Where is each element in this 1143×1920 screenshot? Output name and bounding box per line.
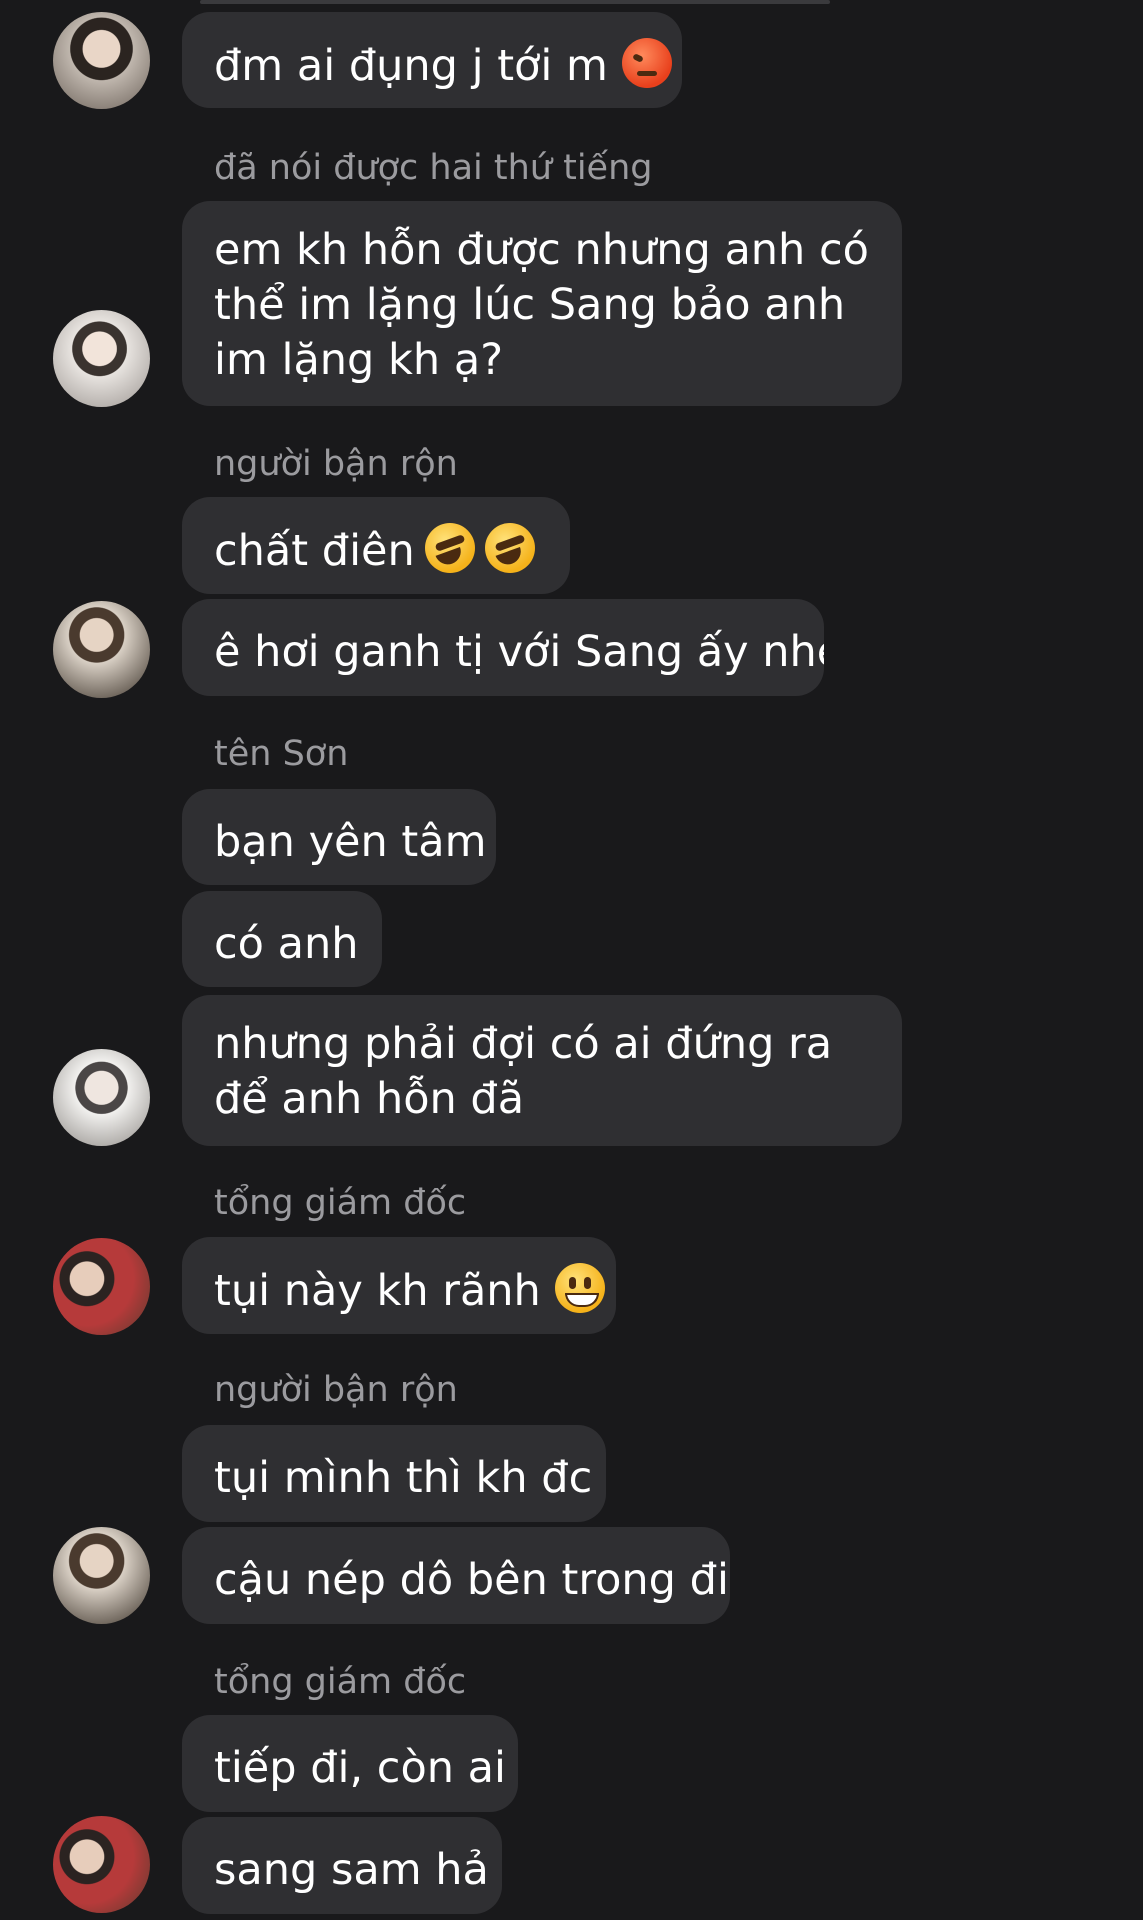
sender-name: tổng giám đốc — [214, 1183, 467, 1223]
message-text: có anh — [214, 919, 359, 969]
message-text: tiếp đi, còn ai — [214, 1743, 506, 1793]
avatar-sender-5[interactable] — [53, 1238, 150, 1335]
message-bubble[interactable]: tụi mình thì kh đc — [182, 1425, 606, 1522]
message-bubble[interactable]: có anh — [182, 891, 382, 987]
message-text: tụi mình thì kh đc — [214, 1453, 593, 1503]
message-text: cậu nép dô bên trong đi — [214, 1555, 729, 1605]
sender-name: người bận rộn — [214, 1370, 458, 1410]
avatar-sender-1[interactable] — [53, 12, 150, 109]
avatar-sender-5[interactable] — [53, 1816, 150, 1913]
message-bubble[interactable]: chất điên — [182, 497, 570, 594]
message-bubble[interactable]: ê hơi ganh tị với Sang ấy nhé — [182, 599, 824, 696]
message-text: ê hơi ganh tị với Sang ấy nhé — [214, 627, 824, 677]
avatar-sender-2[interactable] — [53, 310, 150, 407]
message-text: nhưng phải đợi có ai đứng ra để anh hỗn … — [214, 1019, 833, 1124]
message-text: tụi này kh rãnh — [214, 1266, 541, 1316]
message-text: em kh hỗn được nhưng anh có thể im lặng … — [214, 225, 869, 385]
grinning-face-emoji-icon — [554, 1263, 605, 1313]
laughing-emoji-icon — [484, 523, 535, 573]
message-bubble[interactable]: sang sam hả — [182, 1817, 502, 1914]
message-bubble[interactable]: nhưng phải đợi có ai đứng ra để anh hỗn … — [182, 995, 902, 1146]
sender-name: người bận rộn — [214, 444, 458, 484]
avatar-sender-3[interactable] — [53, 601, 150, 698]
message-bubble[interactable]: tụi này kh rãnh — [182, 1237, 616, 1334]
sender-name: đã nói được hai thứ tiếng — [214, 148, 653, 188]
message-bubble[interactable]: em kh hỗn được nhưng anh có thể im lặng … — [182, 201, 902, 406]
top-divider — [200, 0, 830, 4]
message-text: chất điên — [214, 526, 415, 576]
message-bubble[interactable]: bạn yên tâm — [182, 789, 496, 885]
message-text: đm ai đụng j tới m — [214, 41, 608, 91]
avatar-sender-4[interactable] — [53, 1049, 150, 1146]
message-bubble[interactable]: cậu nép dô bên trong đi — [182, 1527, 730, 1624]
avatar-sender-3[interactable] — [53, 1527, 150, 1624]
laughing-emoji-icon — [424, 523, 475, 573]
message-bubble[interactable]: đm ai đụng j tới m — [182, 12, 682, 108]
message-text: bạn yên tâm — [214, 817, 487, 867]
sender-name: tên Sơn — [214, 734, 349, 774]
angry-face-emoji-icon — [621, 38, 672, 88]
message-text: sang sam hả — [214, 1845, 489, 1895]
sender-name: tổng giám đốc — [214, 1662, 467, 1702]
message-bubble[interactable]: tiếp đi, còn ai — [182, 1715, 518, 1812]
